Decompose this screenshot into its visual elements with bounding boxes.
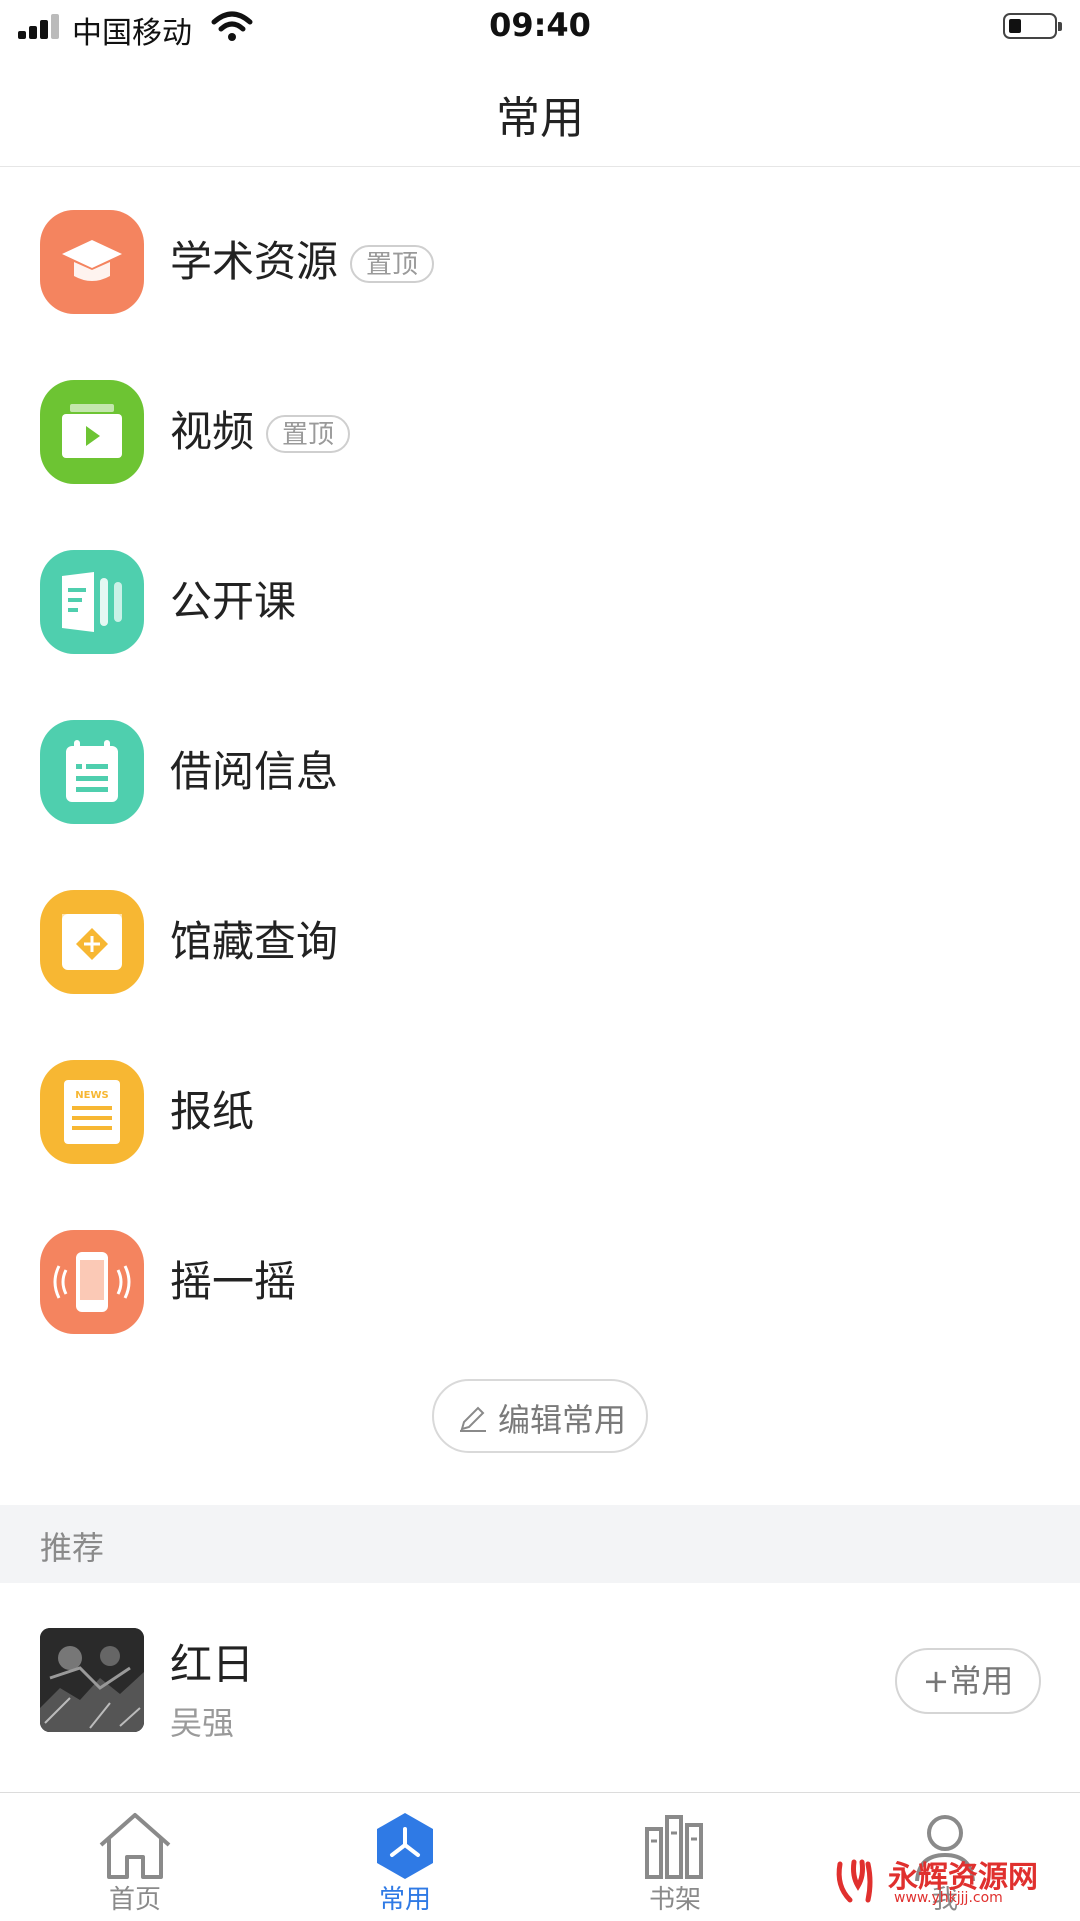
- home-icon: [99, 1813, 171, 1879]
- tab-favorites[interactable]: 常用: [315, 1793, 495, 1921]
- book-author: 吴强: [170, 1704, 235, 1742]
- favorite-item-academic-resources[interactable]: 学术资源 置顶: [0, 167, 1080, 337]
- pinned-badge: 置顶: [350, 245, 435, 283]
- bookshelf-icon: [645, 1815, 703, 1879]
- tab-home[interactable]: 首页: [45, 1793, 225, 1921]
- watermark-url: www.yhkjjj.com: [894, 1890, 1003, 1906]
- favorite-label: 摇一摇: [170, 1257, 297, 1306]
- favorite-item-shake[interactable]: 摇一摇: [0, 1187, 1080, 1357]
- status-time: 09:40: [489, 6, 591, 44]
- tab-bookshelf[interactable]: 书架: [585, 1793, 765, 1921]
- watermark-logo-icon: [836, 1859, 873, 1903]
- favorite-item-collection-search[interactable]: 馆藏查询: [0, 847, 1080, 1017]
- favorite-label: 视频: [170, 407, 255, 456]
- edit-favorites-label: 编辑常用: [498, 1401, 627, 1439]
- favorites-hex-icon: [377, 1813, 433, 1879]
- status-bar: 中国移动 09:40: [0, 0, 1080, 54]
- book-cover-image: [40, 1628, 144, 1732]
- tab-label: 常用: [378, 1885, 431, 1915]
- pinned-badge: 置顶: [266, 415, 351, 453]
- shake-phone-icon: [40, 1230, 144, 1334]
- video-play-icon: [40, 380, 144, 484]
- collection-search-icon: [40, 890, 144, 994]
- navigation-bar: 常用: [0, 54, 1080, 167]
- recommend-section-header: 推荐: [0, 1505, 1080, 1583]
- favorite-label: 馆藏查询: [170, 917, 339, 966]
- favorite-label: 报纸: [170, 1087, 255, 1136]
- site-watermark: 永辉资源网 www.yhkjjj.com: [832, 1848, 1072, 1912]
- favorite-item-newspaper[interactable]: NEWS 报纸: [0, 1017, 1080, 1187]
- recommend-item[interactable]: 红日 吴强 +常用: [0, 1583, 1080, 1793]
- tab-label: 首页: [108, 1885, 161, 1915]
- calendar-list-icon: [40, 720, 144, 824]
- tab-label: 书架: [648, 1885, 701, 1915]
- favorite-label: 借阅信息: [170, 747, 339, 796]
- graduation-cap-icon: [40, 210, 144, 314]
- favorite-item-video[interactable]: 视频 置顶: [0, 337, 1080, 507]
- favorite-item-open-course[interactable]: 公开课: [0, 507, 1080, 677]
- favorite-item-borrowing-info[interactable]: 借阅信息: [0, 677, 1080, 847]
- newspaper-icon-text: NEWS: [75, 1090, 108, 1101]
- page-title: 常用: [496, 93, 584, 144]
- add-to-favorites-button[interactable]: +常用: [895, 1648, 1041, 1714]
- section-title: 推荐: [40, 1529, 105, 1567]
- favorite-label: 学术资源: [170, 237, 339, 286]
- battery-icon: [1003, 13, 1062, 39]
- pencil-icon: [460, 1406, 486, 1432]
- favorite-label: 公开课: [170, 577, 297, 626]
- edit-favorites-button[interactable]: 编辑常用: [432, 1379, 648, 1453]
- open-course-icon: [40, 550, 144, 654]
- newspaper-icon: NEWS: [40, 1060, 144, 1164]
- book-title: 红日: [170, 1640, 255, 1689]
